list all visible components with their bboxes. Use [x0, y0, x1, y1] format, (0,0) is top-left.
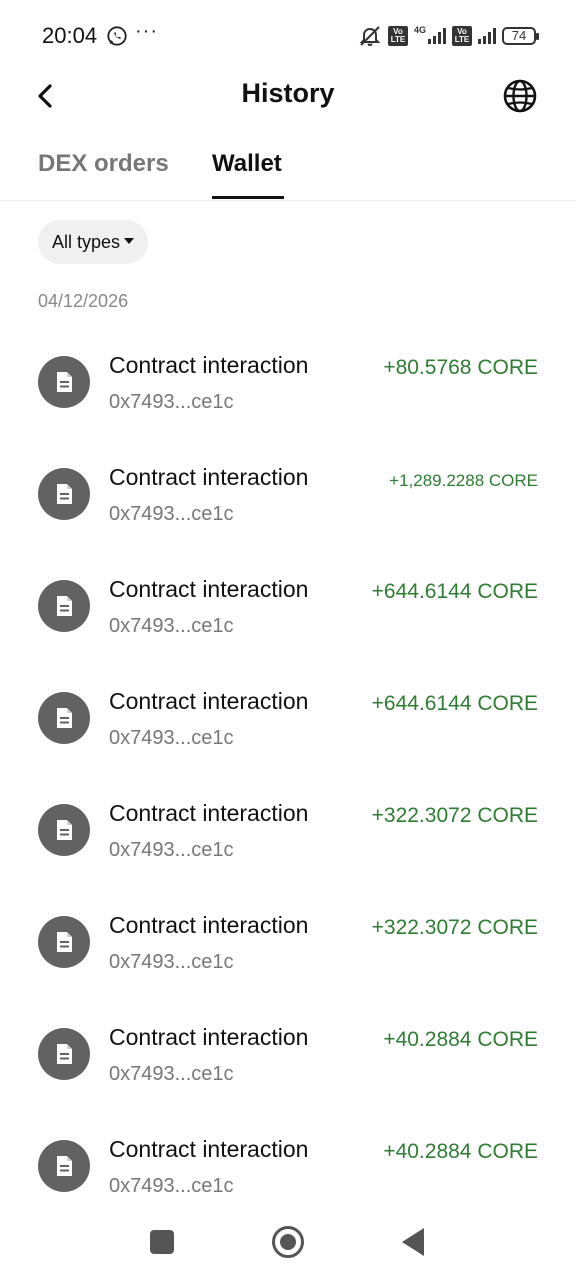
mute-icon [359, 26, 381, 46]
tab-bar: DEX orders Wallet [0, 140, 576, 201]
transaction-title: Contract interaction [109, 912, 309, 938]
system-back-button[interactable] [402, 1228, 424, 1256]
transaction-amount: +40.2884 CORE [383, 1028, 538, 1051]
transaction-list: Contract interaction 0x7493...ce1c +80.576… [0, 328, 576, 1224]
tab-wallet[interactable]: Wallet [212, 150, 282, 198]
transaction-title: Contract interaction [109, 800, 309, 826]
battery-icon: 74 [502, 27, 539, 45]
transaction-title: Contract interaction [109, 352, 309, 378]
transaction-title: Contract interaction [109, 464, 309, 490]
type-filter-dropdown[interactable]: All types [38, 220, 149, 264]
active-tab-indicator [212, 196, 284, 199]
filter-label: All types [52, 231, 121, 252]
transaction-address: 0x7493...ce1c [109, 615, 234, 637]
transaction-amount: +1,289.2288 CORE [389, 471, 538, 490]
transaction-row[interactable]: Contract interaction 0x7493...ce1c +1,289.… [0, 440, 576, 552]
transaction-row[interactable]: Contract interaction 0x7493...ce1c +40.288… [0, 1112, 576, 1224]
transaction-amount: +644.6144 CORE [371, 580, 538, 603]
tab-dex-orders[interactable]: DEX orders [38, 150, 169, 198]
whatsapp-icon [107, 26, 127, 46]
document-icon [38, 356, 90, 408]
transaction-title: Contract interaction [109, 688, 309, 714]
caret-down-icon [124, 238, 135, 244]
status-bar: 20:04 ··· Vo LTE 4G Vo LTE 74 [0, 0, 576, 72]
transaction-address: 0x7493...ce1c [109, 503, 234, 525]
transaction-amount: +80.5768 CORE [383, 356, 538, 379]
transaction-row[interactable]: Contract interaction 0x7493...ce1c +322.30… [0, 888, 576, 1000]
transaction-address: 0x7493...ce1c [109, 1175, 234, 1197]
transaction-address: 0x7493...ce1c [109, 391, 234, 413]
home-button[interactable] [272, 1226, 304, 1258]
transaction-row[interactable]: Contract interaction 0x7493...ce1c +40.288… [0, 1000, 576, 1112]
document-icon [38, 468, 90, 520]
date-group-label: 04/12/2026 [38, 291, 129, 311]
status-time: 20:04 [42, 23, 98, 48]
transaction-row[interactable]: Contract interaction 0x7493...ce1c +644.61… [0, 552, 576, 664]
page-title: History [241, 78, 335, 108]
transaction-title: Contract interaction [109, 1024, 309, 1050]
network-type-label: 4G [413, 25, 426, 35]
header: History [0, 72, 576, 122]
document-icon [38, 580, 90, 632]
document-icon [38, 1028, 90, 1080]
recent-apps-button[interactable] [150, 1230, 174, 1254]
transaction-address: 0x7493...ce1c [109, 1063, 234, 1085]
globe-icon[interactable] [502, 78, 538, 114]
transaction-row[interactable]: Contract interaction 0x7493...ce1c +322.30… [0, 776, 576, 888]
volte-badge-1: Vo LTE [387, 26, 408, 46]
status-right-indicators: Vo LTE 4G Vo LTE 74 [358, 24, 539, 48]
system-nav-bar [0, 1212, 576, 1280]
document-icon [38, 916, 90, 968]
transaction-address: 0x7493...ce1c [109, 839, 234, 861]
transaction-row[interactable]: Contract interaction 0x7493...ce1c +80.576… [0, 328, 576, 440]
transaction-amount: +322.3072 CORE [371, 916, 538, 939]
transaction-amount: +40.2884 CORE [383, 1140, 538, 1163]
volte-badge-2: Vo LTE [452, 26, 472, 46]
signal-icon-2 [478, 28, 496, 44]
transaction-title: Contract interaction [109, 1136, 309, 1162]
transaction-title: Contract interaction [109, 576, 309, 602]
signal-icon-1 [428, 28, 446, 44]
document-icon [38, 804, 90, 856]
transaction-amount: +644.6144 CORE [371, 692, 538, 715]
transaction-address: 0x7493...ce1c [109, 951, 234, 973]
document-icon [38, 692, 90, 744]
transaction-row[interactable]: Contract interaction 0x7493...ce1c +644.61… [0, 664, 576, 776]
transaction-address: 0x7493...ce1c [109, 727, 234, 749]
document-icon [38, 1140, 90, 1192]
status-more-dots: ··· [135, 20, 158, 42]
transaction-amount: +322.3072 CORE [371, 804, 538, 827]
